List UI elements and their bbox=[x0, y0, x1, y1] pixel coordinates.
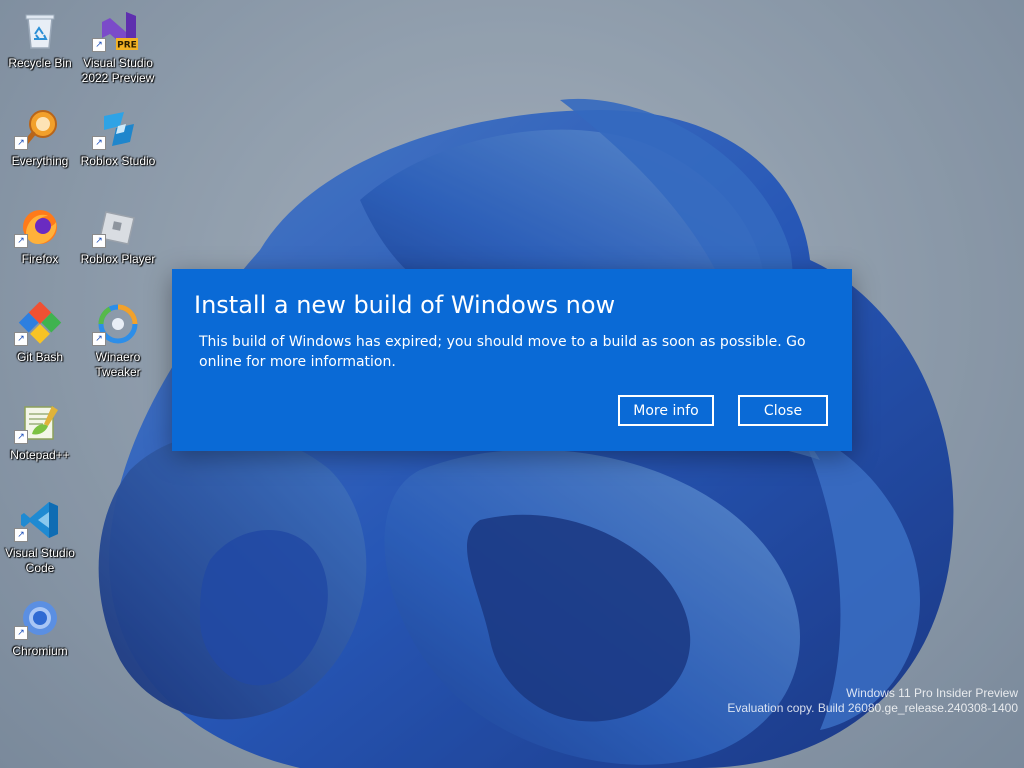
desktop-icon-winaero-tweaker[interactable]: ↗ Winaero Tweaker bbox=[78, 298, 158, 390]
shortcut-arrow-icon: ↗ bbox=[92, 332, 106, 346]
watermark-edition: Windows 11 Pro Insider Preview bbox=[846, 686, 1018, 700]
desktop-icon-label: Roblox Studio bbox=[80, 154, 156, 168]
build-expired-dialog: Install a new build of Windows now This … bbox=[172, 269, 852, 451]
desktop-icon-git-bash[interactable]: ↗ Git Bash bbox=[0, 298, 80, 390]
desktop-icon-label: Everything bbox=[11, 154, 69, 168]
desktop-icon-label: Recycle Bin bbox=[8, 56, 72, 70]
desktop-icon-roblox-studio[interactable]: ↗ Roblox Studio bbox=[78, 102, 158, 194]
shortcut-arrow-icon: ↗ bbox=[92, 136, 106, 150]
shortcut-arrow-icon: ↗ bbox=[14, 528, 28, 542]
desktop-icon-visual-studio-preview[interactable]: PRE ↗ Visual Studio 2022 Preview bbox=[78, 4, 158, 96]
shortcut-arrow-icon: ↗ bbox=[14, 234, 28, 248]
desktop-icon-notepad-plus-plus[interactable]: ↗ Notepad++ bbox=[0, 396, 80, 488]
dialog-message: This build of Windows has expired; you s… bbox=[199, 334, 806, 370]
close-button[interactable]: Close bbox=[738, 395, 828, 426]
shortcut-arrow-icon: ↗ bbox=[14, 332, 28, 346]
desktop-icon-label: Notepad++ bbox=[10, 448, 70, 462]
shortcut-arrow-icon: ↗ bbox=[14, 430, 28, 444]
desktop-icon-firefox[interactable]: ↗ Firefox bbox=[0, 200, 80, 292]
watermark-build: Evaluation copy. Build 26080.ge_release.… bbox=[727, 701, 1018, 715]
dialog-title: Install a new build of Windows now bbox=[194, 291, 616, 319]
more-info-button[interactable]: More info bbox=[618, 395, 714, 426]
shortcut-arrow-icon: ↗ bbox=[92, 38, 106, 52]
evaluation-watermark: Windows 11 Pro Insider Preview Evaluatio… bbox=[678, 686, 1018, 716]
shortcut-arrow-icon: ↗ bbox=[14, 626, 28, 640]
desktop-icon-label: Winaero Tweaker bbox=[95, 350, 141, 379]
recycle-bin-icon bbox=[18, 8, 62, 52]
desktop-icon-label: Roblox Player bbox=[80, 252, 156, 266]
desktop-icon-label: Chromium bbox=[12, 644, 68, 658]
desktop-icon-label: Visual Studio Code bbox=[5, 546, 75, 575]
desktop-icon-label: Git Bash bbox=[16, 350, 64, 364]
desktop-icon-label: Visual Studio 2022 Preview bbox=[81, 56, 155, 85]
desktop-icon-roblox-player[interactable]: ↗ Roblox Player bbox=[78, 200, 158, 292]
desktop-icon-vscode[interactable]: ↗ Visual Studio Code bbox=[0, 494, 80, 586]
svg-text:PRE: PRE bbox=[117, 41, 137, 51]
shortcut-arrow-icon: ↗ bbox=[14, 136, 28, 150]
desktop-icon-chromium[interactable]: ↗ Chromium bbox=[0, 592, 80, 684]
desktop-icon-label: Firefox bbox=[21, 252, 59, 266]
desktop: Recycle Bin PRE ↗ Visual Studio 2022 Pre… bbox=[0, 0, 1024, 768]
shortcut-arrow-icon: ↗ bbox=[92, 234, 106, 248]
desktop-icon-everything[interactable]: ↗ Everything bbox=[0, 102, 80, 194]
desktop-icon-recycle-bin[interactable]: Recycle Bin bbox=[0, 4, 80, 96]
